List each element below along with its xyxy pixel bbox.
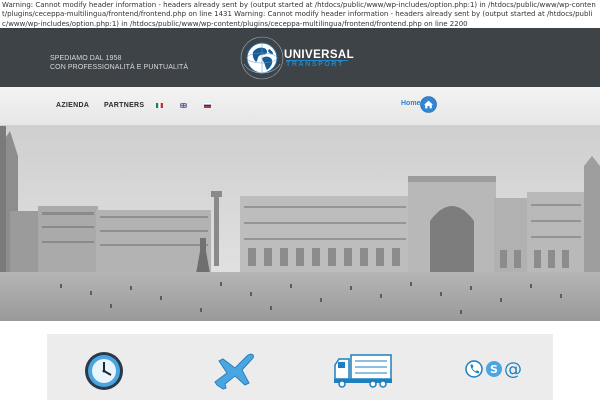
- clock-icon[interactable]: [84, 351, 124, 391]
- milan-galleria-photo: [0, 126, 600, 321]
- logo-subtitle: TRANSPORT: [286, 61, 344, 68]
- hero-banner: [0, 126, 600, 321]
- globe-logo-icon: [240, 36, 284, 80]
- italian-flag-icon[interactable]: [156, 103, 163, 108]
- nav-item-partners[interactable]: PARTNERS: [104, 102, 144, 109]
- site-logo[interactable]: UNIVERSAL TRANSPORT: [240, 36, 360, 80]
- features-strip: S @: [47, 334, 553, 400]
- contact-icons[interactable]: S @: [464, 351, 524, 387]
- svg-text:S: S: [490, 363, 498, 376]
- main-navigation: AZIENDA PARTNERS Home: [0, 87, 600, 126]
- svg-text:@: @: [504, 359, 522, 380]
- tagline: SPEDIAMO DAL 1958 CON PROFESSIONALITÀ E …: [50, 54, 188, 72]
- russian-flag-icon[interactable]: [204, 103, 211, 108]
- site-header: SPEDIAMO DAL 1958 CON PROFESSIONALITÀ E …: [0, 28, 600, 87]
- home-link[interactable]: Home: [401, 100, 420, 107]
- tagline-line-1: SPEDIAMO DAL 1958: [50, 55, 122, 62]
- tagline-line-2: CON PROFESSIONALITÀ E PUNTUALITÀ: [50, 64, 189, 71]
- uk-flag-icon[interactable]: [180, 103, 187, 108]
- airplane-icon[interactable]: [211, 351, 259, 391]
- nav-item-azienda[interactable]: AZIENDA: [56, 102, 89, 109]
- home-icon[interactable]: [420, 96, 437, 113]
- php-warning-message: Warning: Cannot modify header informatio…: [2, 1, 596, 28]
- truck-icon[interactable]: [333, 351, 393, 389]
